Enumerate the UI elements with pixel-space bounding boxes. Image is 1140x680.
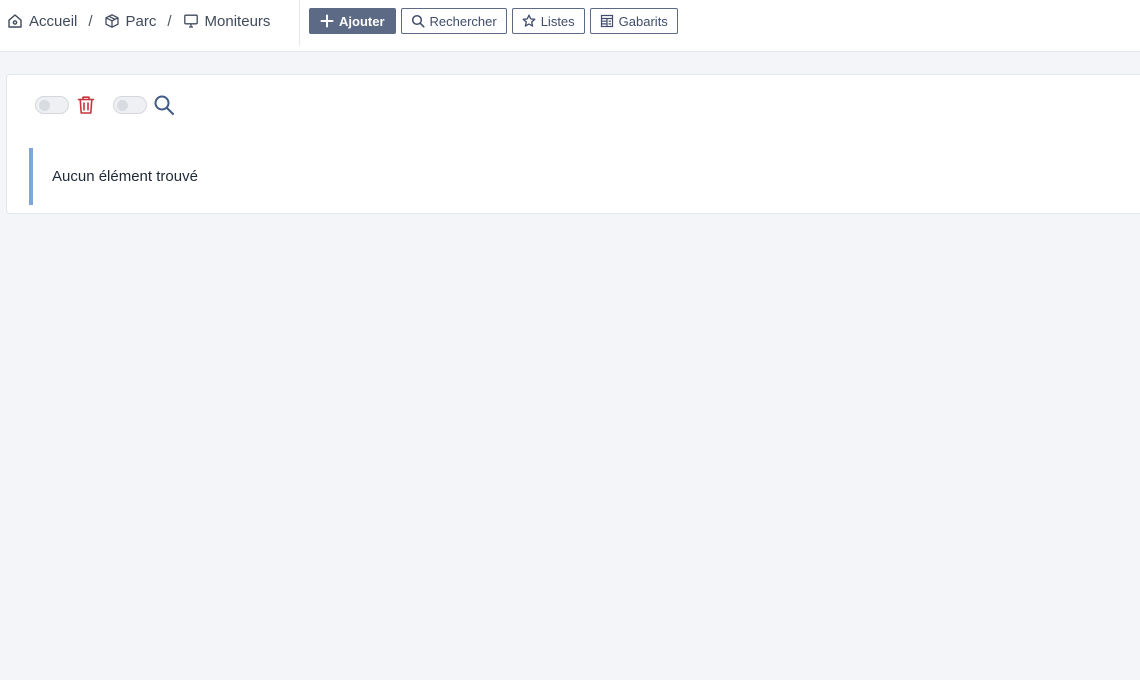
top-bar: Accueil / Parc / Moniteurs Ajouter Reche… xyxy=(0,0,1140,52)
template-icon xyxy=(600,14,614,28)
add-button[interactable]: Ajouter xyxy=(309,8,396,34)
header-divider xyxy=(299,0,300,46)
templates-button-label: Gabarits xyxy=(618,13,668,29)
search-icon[interactable] xyxy=(153,94,175,116)
action-buttons: Ajouter Rechercher Listes Gabarits xyxy=(309,8,678,34)
toggle-knob xyxy=(117,100,128,111)
lists-button-label: Listes xyxy=(540,13,575,29)
search-mode-toggle[interactable] xyxy=(113,96,147,114)
monitor-icon xyxy=(183,13,199,29)
search-button-label: Rechercher xyxy=(429,13,497,29)
breadcrumb-separator: / xyxy=(167,12,172,30)
breadcrumb-parc[interactable]: Parc xyxy=(104,12,157,30)
breadcrumb-moniteurs[interactable]: Moniteurs xyxy=(183,12,271,30)
search-icon xyxy=(411,14,425,28)
breadcrumb: Accueil / Parc / Moniteurs xyxy=(7,10,270,32)
toggle-knob xyxy=(39,100,50,111)
breadcrumb-label: Moniteurs xyxy=(204,12,271,30)
results-card: Aucun élément trouvé xyxy=(6,74,1140,214)
templates-button[interactable]: Gabarits xyxy=(589,8,678,34)
trash-icon[interactable] xyxy=(77,95,95,115)
plus-icon xyxy=(320,14,334,28)
delete-mode-toggle[interactable] xyxy=(35,96,69,114)
lists-button[interactable]: Listes xyxy=(511,8,585,34)
search-button[interactable]: Rechercher xyxy=(400,8,507,34)
breadcrumb-separator: / xyxy=(88,12,93,30)
empty-message: Aucun élément trouvé xyxy=(29,148,1140,205)
star-icon xyxy=(522,14,536,28)
list-toolbar xyxy=(35,94,175,116)
add-button-label: Ajouter xyxy=(339,13,385,29)
box-icon xyxy=(104,13,120,29)
empty-message-text: Aucun élément trouvé xyxy=(52,168,198,185)
breadcrumb-label: Parc xyxy=(125,12,157,30)
home-icon xyxy=(7,13,23,29)
breadcrumb-home[interactable]: Accueil xyxy=(7,13,77,30)
breadcrumb-label: Accueil xyxy=(29,12,78,30)
